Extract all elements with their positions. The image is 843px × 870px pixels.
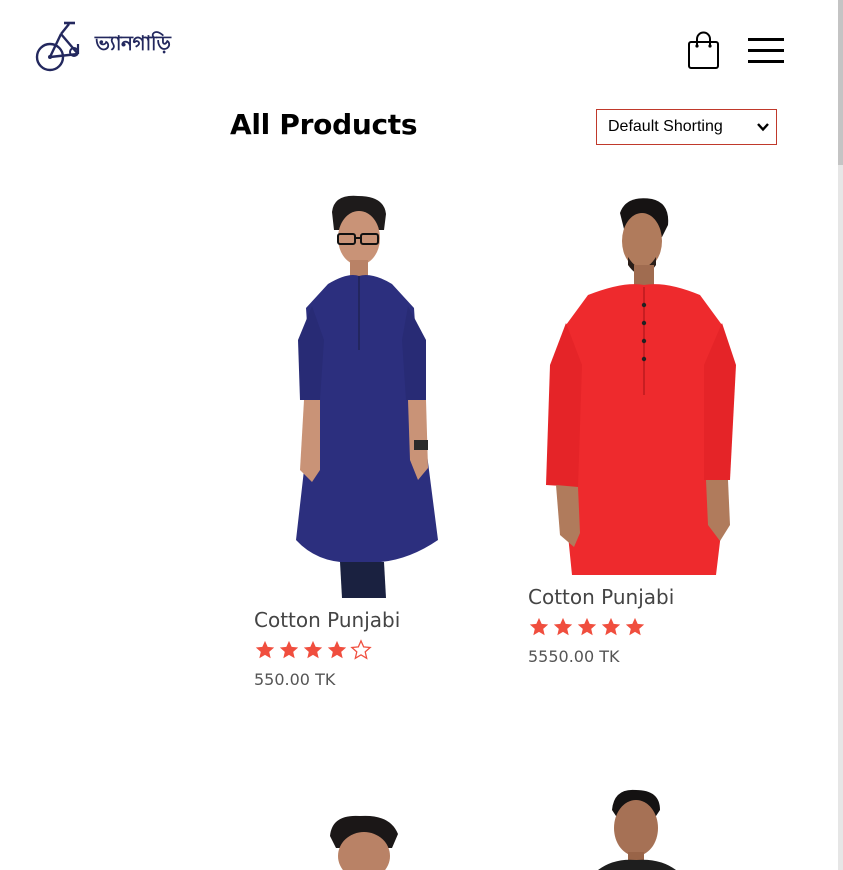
scrollbar[interactable] (838, 0, 843, 870)
scrollbar-thumb[interactable] (838, 0, 843, 165)
star-filled-icon (255, 640, 275, 659)
product-card[interactable] (580, 786, 700, 870)
star-filled-icon (553, 617, 573, 636)
product-card[interactable]: Cotton Punjabi 550.00 TK (250, 190, 490, 690)
sort-select[interactable]: Default Shorting (596, 109, 777, 145)
rating-stars (528, 616, 646, 638)
product-image[interactable] (290, 190, 450, 598)
sort-selected-value: Default Shorting (608, 118, 723, 135)
product-name[interactable]: Cotton Punjabi (528, 585, 674, 609)
star-filled-icon (625, 617, 645, 636)
product-card[interactable]: Cotton Punjabi 5550.00 TK (524, 195, 764, 675)
star-filled-icon (303, 640, 323, 659)
logo-text: ভ্যানগাড়ি (95, 31, 171, 55)
product-price: 5550.00 TK (528, 647, 620, 666)
hamburger-menu-icon[interactable] (746, 35, 786, 67)
star-filled-icon (279, 640, 299, 659)
product-price: 550.00 TK (254, 670, 336, 689)
star-empty-icon (350, 639, 372, 660)
site-header: ভ্যানগাড়ি (0, 0, 838, 100)
site-logo[interactable]: ভ্যানগাড়ি (34, 20, 199, 74)
shopping-bag-icon[interactable] (686, 31, 722, 71)
product-name[interactable]: Cotton Punjabi (254, 608, 400, 632)
page-title: All Products (230, 108, 418, 141)
rating-stars (254, 639, 372, 661)
star-filled-icon (327, 640, 347, 659)
bicycle-icon (35, 21, 80, 72)
product-image[interactable] (590, 786, 680, 870)
star-filled-icon (529, 617, 549, 636)
star-filled-icon (577, 617, 597, 636)
product-card[interactable] (300, 810, 420, 870)
product-image[interactable] (320, 810, 410, 870)
chevron-down-icon (757, 123, 769, 132)
star-filled-icon (601, 617, 621, 636)
product-image[interactable] (544, 195, 744, 575)
